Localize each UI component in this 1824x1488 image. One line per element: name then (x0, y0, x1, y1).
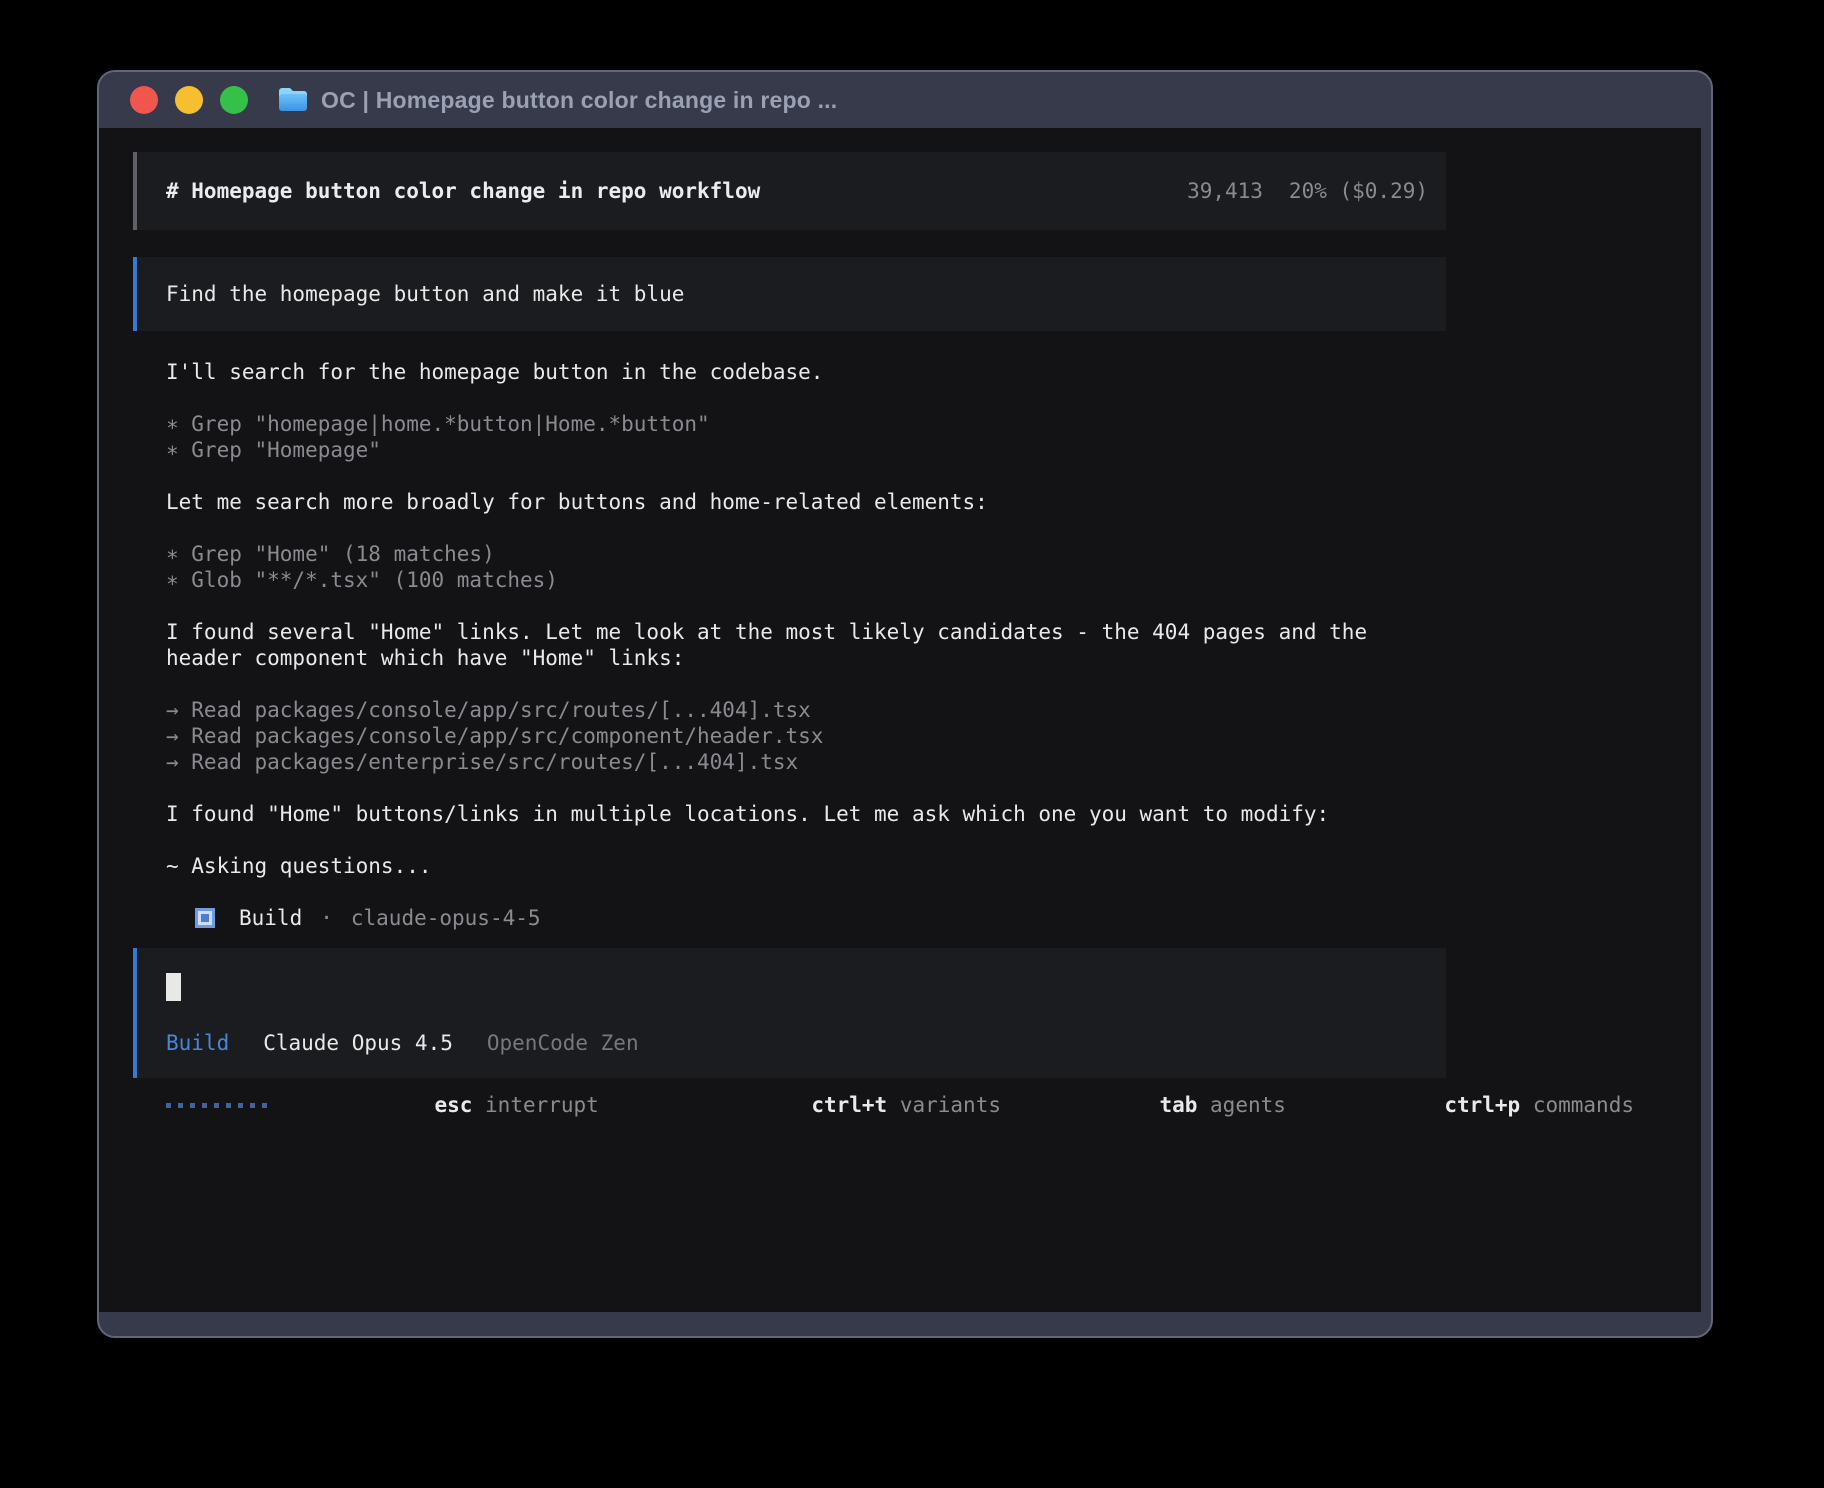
hint-label-commands: commands (1533, 1093, 1634, 1117)
agent-task-row: Build · claude-opus-4-5 (195, 905, 1646, 931)
folder-icon (277, 87, 309, 113)
hint-label-variants: variants (900, 1093, 1001, 1117)
assistant-text: Let me search more broadly for buttons a… (166, 489, 1646, 515)
tool-call-grep: ∗ Grep "Home" (18 matches) (166, 541, 1646, 567)
task-agent-name: Build (239, 905, 302, 931)
hint-key-variants: ctrl+t (811, 1093, 887, 1117)
tool-call-read: → Read packages/console/app/src/componen… (166, 723, 1646, 749)
user-message-text: Find the homepage button and make it blu… (166, 281, 684, 307)
assistant-text: I'll search for the homepage button in t… (166, 359, 1646, 385)
status-bar: esc interrupt ctrl+t variants tab agents… (166, 1092, 1634, 1118)
hint-key-commands: ctrl+p (1444, 1093, 1520, 1117)
task-separator: · (320, 905, 333, 931)
assistant-text: header component which have "Home" links… (166, 645, 1646, 671)
agent-selector[interactable]: Build (166, 1030, 229, 1056)
tool-call-grep: ∗ Grep "Homepage" (166, 437, 1646, 463)
hint-label-agents: agents (1210, 1093, 1286, 1117)
session-stats: 39,413 20% ($0.29) (1187, 178, 1428, 204)
hint-key-agents: tab (1159, 1093, 1197, 1117)
provider-label: OpenCode Zen (487, 1030, 639, 1056)
tool-call-glob: ∗ Glob "**/*.tsx" (100 matches) (166, 567, 1646, 593)
assistant-text: I found "Home" buttons/links in multiple… (166, 801, 1646, 827)
tool-call-read: → Read packages/enterprise/src/routes/[.… (166, 749, 1646, 775)
session-title: # Homepage button color change in repo w… (166, 178, 760, 204)
minimize-button[interactable] (175, 86, 203, 114)
context-cost: 20% ($0.29) (1289, 178, 1428, 204)
close-button[interactable] (130, 86, 158, 114)
task-model-name: claude-opus-4-5 (351, 905, 541, 931)
assistant-status-text: ~ Asking questions... (166, 853, 1646, 879)
agent-square-icon (195, 908, 215, 928)
assistant-transcript: I'll search for the homepage button in t… (166, 359, 1646, 931)
titlebar[interactable]: OC | Homepage button color change in rep… (99, 72, 1711, 128)
window-title: OC | Homepage button color change in rep… (321, 87, 837, 114)
token-count: 39,413 (1187, 178, 1263, 204)
working-spinner-dots (166, 1103, 267, 1108)
prompt-input[interactable]: Build Claude Opus 4.5 OpenCode Zen (133, 948, 1446, 1078)
terminal-screen: # Homepage button color change in repo w… (99, 128, 1701, 1312)
model-label: Claude Opus 4.5 (263, 1030, 453, 1056)
text-cursor (166, 973, 181, 1001)
session-header: # Homepage button color change in repo w… (133, 152, 1446, 230)
assistant-text: I found several "Home" links. Let me loo… (166, 619, 1646, 645)
interrupt-label: interrupt (485, 1093, 599, 1117)
zoom-button[interactable] (220, 86, 248, 114)
interrupt-key: esc (434, 1093, 472, 1117)
tool-call-grep: ∗ Grep "homepage|home.*button|Home.*butt… (166, 411, 1646, 437)
user-message: Find the homepage button and make it blu… (133, 257, 1446, 331)
tool-call-read: → Read packages/console/app/src/routes/[… (166, 697, 1646, 723)
terminal-window: OC | Homepage button color change in rep… (97, 70, 1713, 1338)
